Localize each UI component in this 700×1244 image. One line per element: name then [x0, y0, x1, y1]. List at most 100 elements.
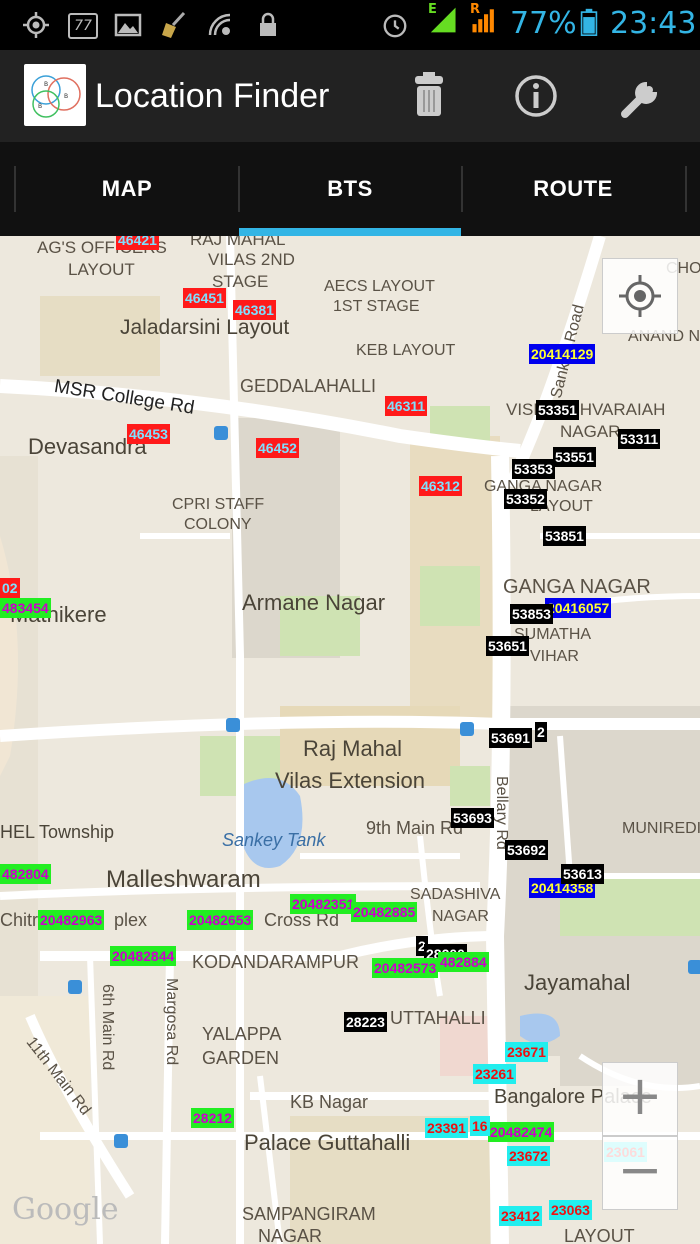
- map-place-label: GEDDALAHALLI: [240, 376, 377, 396]
- battery-icon: [580, 8, 598, 36]
- google-watermark: Google: [12, 1192, 119, 1227]
- bts-marker[interactable]: 16: [470, 1116, 490, 1136]
- bts-marker[interactable]: 53352: [504, 489, 547, 509]
- zoom-in-icon: +: [617, 1064, 663, 1127]
- map-place-label: NAGAR: [258, 1226, 323, 1244]
- alarm-icon: [383, 14, 407, 38]
- tab-route[interactable]: ROUTE: [462, 142, 684, 236]
- gps-icon: [23, 12, 49, 38]
- my-location-icon: [619, 275, 661, 317]
- bts-marker[interactable]: 23063: [549, 1200, 592, 1220]
- map-place-label: Armane Nagar: [242, 590, 386, 615]
- info-icon[interactable]: [510, 70, 562, 122]
- map-road-label: 6th Main Rd: [99, 984, 116, 1071]
- broom-icon: [162, 11, 186, 38]
- bts-marker[interactable]: 20414129: [529, 344, 596, 364]
- bts-marker[interactable]: 20482573: [372, 958, 439, 978]
- clock: 23:43: [610, 6, 697, 41]
- bts-marker[interactable]: 53692: [505, 840, 548, 860]
- trash-icon[interactable]: [403, 70, 455, 122]
- map-road-label: Bellary Rd: [493, 776, 510, 850]
- bts-marker[interactable]: 53311: [618, 429, 661, 449]
- map-road-label: Margosa Rd: [163, 978, 180, 1066]
- bts-marker[interactable]: 20482885: [351, 902, 418, 922]
- map-place-label: HEL Township: [0, 822, 115, 842]
- bts-marker[interactable]: 46451: [183, 288, 226, 308]
- bts-marker[interactable]: 483454: [0, 598, 51, 618]
- bts-marker[interactable]: 2: [535, 722, 547, 742]
- svg-text:B: B: [64, 93, 68, 100]
- bts-marker[interactable]: 23261: [473, 1064, 516, 1084]
- bts-marker[interactable]: 53691: [489, 728, 532, 748]
- network-r-label: R: [470, 2, 481, 17]
- map-place-label: VIHAR: [530, 648, 579, 665]
- zoom-out-icon: −: [617, 1138, 663, 1201]
- bts-marker[interactable]: 53853: [510, 604, 553, 624]
- bts-marker[interactable]: 23412: [499, 1206, 542, 1226]
- bts-marker[interactable]: 482884: [438, 952, 489, 972]
- bts-marker[interactable]: 23391: [425, 1118, 468, 1138]
- bts-marker[interactable]: 53693: [451, 808, 494, 828]
- bts-marker[interactable]: 28212: [191, 1108, 234, 1128]
- tab-bts[interactable]: BTS: [239, 142, 461, 236]
- map-view[interactable]: AG'S OFFICERS LAYOUT RAJ MAHAL VILAS 2ND…: [0, 236, 700, 1244]
- bts-marker[interactable]: 46421: [116, 236, 159, 250]
- bts-marker[interactable]: 23671: [505, 1042, 548, 1062]
- map-place-label: Malleshwaram: [106, 866, 261, 893]
- tab-map[interactable]: MAP: [16, 142, 238, 236]
- map-place-label: SAMPANGIRAM: [242, 1204, 376, 1224]
- bts-marker[interactable]: 53613: [561, 864, 604, 884]
- bts-marker[interactable]: 46312: [419, 476, 462, 496]
- bts-marker[interactable]: 20482653: [187, 910, 254, 930]
- zoom-in-button[interactable]: +: [602, 1062, 678, 1136]
- bts-marker[interactable]: 46381: [233, 300, 276, 320]
- map-place-label: GARDEN: [202, 1048, 280, 1068]
- map-place-label: Jayamahal: [524, 970, 631, 995]
- bts-marker[interactable]: 20416057: [545, 598, 612, 618]
- map-place-label: SADASHIVA: [410, 886, 501, 903]
- my-location-button[interactable]: [602, 258, 678, 334]
- svg-text:B: B: [38, 103, 42, 110]
- bts-marker[interactable]: 20482474: [488, 1122, 555, 1142]
- selected-tab-indicator: [239, 228, 461, 236]
- bts-marker[interactable]: 28223: [344, 1012, 387, 1032]
- map-place-label: VILAS 2ND: [208, 250, 295, 269]
- map-place-label: KB Nagar: [290, 1092, 369, 1112]
- bus-stop-icon: [68, 980, 82, 994]
- bts-marker[interactable]: 20482844: [110, 946, 177, 966]
- tab-divider: [685, 166, 687, 212]
- map-place-label: UTTAHALLI: [390, 1008, 486, 1028]
- map-place-label: Palace Guttahalli: [244, 1130, 411, 1155]
- wrench-icon[interactable]: [617, 70, 669, 122]
- bts-marker[interactable]: 46311: [385, 396, 428, 416]
- map-place-label: MUNIREDI: [622, 820, 700, 837]
- app-logo-icon[interactable]: B B B: [24, 64, 86, 126]
- app-title: Location Finder: [95, 77, 330, 115]
- bts-marker[interactable]: 02: [0, 578, 20, 598]
- map-place-label: RAJ MAHAL: [190, 236, 286, 249]
- bts-marker[interactable]: 53551: [553, 447, 596, 467]
- bts-marker[interactable]: 46452: [256, 438, 299, 458]
- bts-marker[interactable]: 46453: [127, 424, 170, 444]
- map-place-label: GANGA NAGAR: [503, 576, 651, 598]
- svg-text:B: B: [44, 81, 48, 88]
- bus-stop-icon: [114, 1134, 128, 1148]
- bts-marker[interactable]: 53651: [486, 636, 529, 656]
- bts-marker[interactable]: 53351: [536, 400, 579, 420]
- bts-marker[interactable]: 20482963: [38, 910, 105, 930]
- image-icon: [114, 13, 142, 37]
- bts-marker[interactable]: 53851: [543, 526, 586, 546]
- map-place-label: 1ST STAGE: [333, 298, 420, 315]
- map-place-label: Raj Mahal: [303, 736, 403, 761]
- bts-marker[interactable]: 20482351: [290, 894, 357, 914]
- bts-marker[interactable]: 53353: [512, 459, 555, 479]
- map-place-label: COLONY: [184, 516, 252, 533]
- bus-stop-icon: [688, 960, 700, 974]
- bus-stop-icon: [226, 718, 240, 732]
- bts-marker[interactable]: 23672: [507, 1146, 550, 1166]
- map-place-label: NAGAR: [560, 422, 621, 441]
- zoom-out-button[interactable]: −: [602, 1136, 678, 1210]
- map-place-label: Vilas Extension: [275, 768, 426, 793]
- map-place-label: LAYOUT: [564, 1226, 635, 1244]
- bts-marker[interactable]: 482804: [0, 864, 51, 884]
